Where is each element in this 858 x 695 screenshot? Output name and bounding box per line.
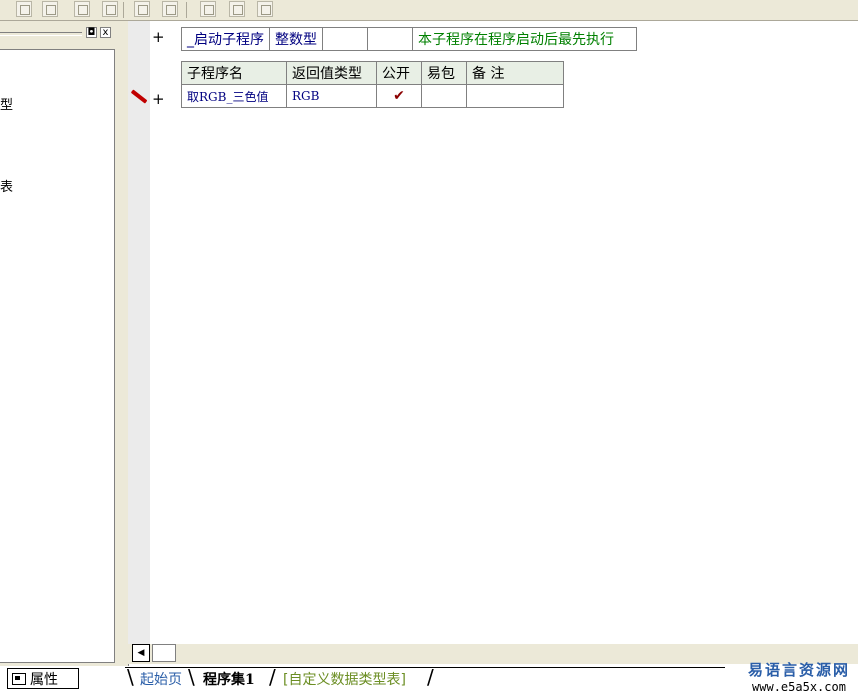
properties-tab[interactable]: 属性: [7, 668, 79, 689]
panel-grip[interactable]: [0, 32, 82, 36]
tab-divider: \: [127, 665, 134, 689]
startup-sub-return-type[interactable]: 整数型: [269, 27, 323, 51]
close-icon[interactable]: x: [100, 27, 111, 38]
startup-sub-public[interactable]: [322, 27, 368, 51]
space-horizontal-icon[interactable]: [134, 1, 150, 17]
document-tabs: \ 起始页 \ 程序集1 / [自定义数据类型表] /: [125, 666, 725, 692]
pin-icon[interactable]: ◘: [86, 27, 97, 38]
expand-icon[interactable]: +: [152, 90, 165, 108]
align-center-icon[interactable]: [42, 1, 58, 17]
column-header: 返回值类型: [286, 61, 377, 85]
code-editor[interactable]: + + _启动子程序 整数型 本子程序在程序启动后最先执行 子程序名 返回值类型…: [128, 21, 858, 646]
scroll-thumb[interactable]: [152, 644, 176, 662]
tab-start-page[interactable]: 起始页: [140, 669, 182, 689]
tab-baseline: [125, 667, 725, 668]
tab-program-set-1[interactable]: 程序集1: [203, 669, 255, 689]
tab-divider: /: [269, 665, 276, 689]
site-watermark: 易语言资源网 www.e5a5x.com: [748, 659, 850, 694]
brand-name: 易语言资源网: [747, 661, 850, 679]
toolbar-divider: [186, 2, 187, 18]
tree-item-fragment[interactable]: 型: [0, 94, 13, 113]
tab-divider: \: [188, 665, 195, 689]
tab-divider: /: [427, 665, 434, 689]
sub-name-cell[interactable]: 取RGB_三色值: [181, 84, 287, 108]
table-row[interactable]: _启动子程序 整数型 本子程序在程序启动后最先执行: [181, 27, 637, 51]
tab-custom-data-types[interactable]: [自定义数据类型表]: [283, 669, 406, 689]
left-panel-header: ◘ x: [0, 25, 120, 41]
toolbar-divider: [123, 2, 124, 18]
column-header: 公开: [376, 61, 422, 85]
properties-tab-label: 属性: [30, 671, 58, 688]
toolbar: [0, 0, 858, 21]
table-header-row: 子程序名 返回值类型 公开 易包 备 注: [181, 61, 564, 85]
startup-sub-remark[interactable]: 本子程序在程序启动后最先执行: [412, 27, 637, 51]
column-header: 子程序名: [181, 61, 287, 85]
left-panel-tree[interactable]: 型 表: [0, 49, 115, 663]
same-size-icon[interactable]: [257, 1, 273, 17]
scroll-left-icon[interactable]: ◀: [132, 644, 150, 662]
return-type-cell[interactable]: RGB: [286, 84, 377, 108]
table-row[interactable]: 取RGB_三色值 RGB ✔: [181, 84, 564, 108]
space-vertical-icon[interactable]: [162, 1, 178, 17]
easy-pack-cell[interactable]: [421, 84, 467, 108]
editor-gutter: [128, 21, 150, 646]
public-check-icon[interactable]: ✔: [376, 84, 422, 108]
sub-program-table: 子程序名 返回值类型 公开 易包 备 注 取RGB_三色值 RGB ✔: [181, 61, 564, 108]
column-header: 易包: [421, 61, 467, 85]
properties-icon: [12, 672, 26, 685]
startup-sub-name[interactable]: _启动子程序: [181, 27, 270, 51]
align-left-icon[interactable]: [16, 1, 32, 17]
brand-url: www.e5a5x.com: [752, 680, 846, 694]
align-top-icon[interactable]: [74, 1, 90, 17]
startup-sub-table: _启动子程序 整数型 本子程序在程序启动后最先执行: [181, 27, 637, 51]
column-header: 备 注: [466, 61, 564, 85]
align-bottom-icon[interactable]: [102, 1, 118, 17]
startup-sub-easy-pack[interactable]: [367, 27, 413, 51]
remark-cell[interactable]: [466, 84, 564, 108]
same-height-icon[interactable]: [229, 1, 245, 17]
left-panel: ◘ x 型 表: [0, 21, 122, 666]
tree-item-fragment[interactable]: 表: [0, 176, 13, 195]
same-width-icon[interactable]: [200, 1, 216, 17]
expand-icon[interactable]: +: [152, 28, 165, 46]
